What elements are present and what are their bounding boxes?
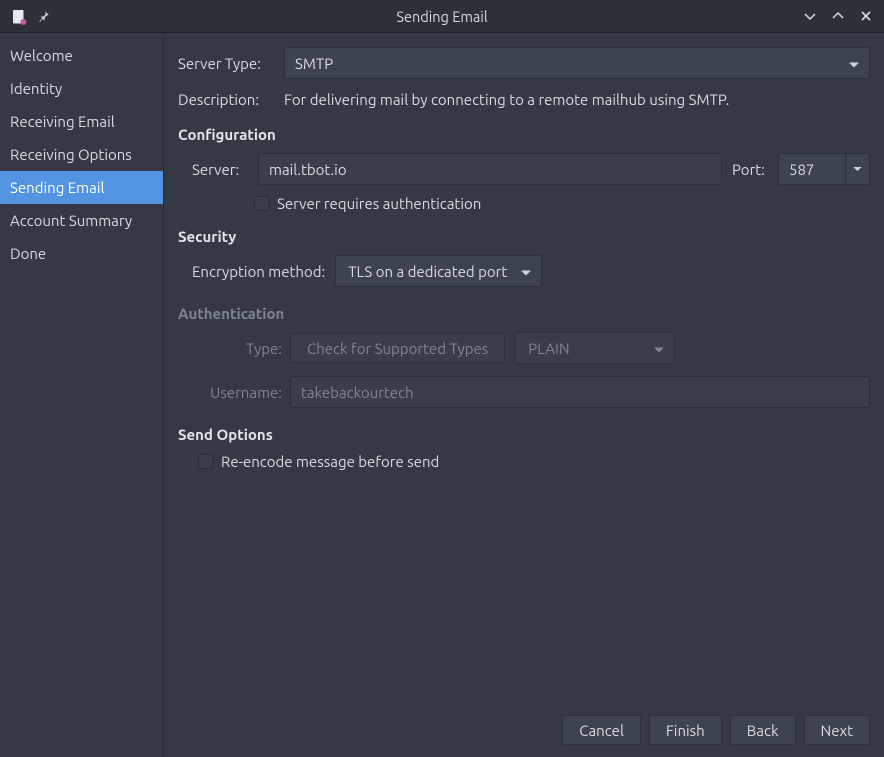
port-label: Port: [732,161,768,178]
app-icon [10,7,28,25]
chevron-down-icon [849,55,859,72]
reencode-label: Re-encode message before send [221,453,439,470]
checkbox-box [254,196,269,211]
sidebar-item-sending-email[interactable]: Sending Email [0,171,163,204]
minimize-icon[interactable] [802,8,818,24]
chevron-down-icon [654,340,664,357]
sidebar-item-account-summary[interactable]: Account Summary [0,204,163,237]
server-input[interactable] [258,153,722,185]
cancel-label: Cancel [579,722,624,739]
description-text: For delivering mail by connecting to a r… [284,91,729,108]
server-type-label: Server Type: [178,55,274,72]
port-stepper[interactable] [778,153,870,185]
finish-label: Finish [666,722,705,739]
auth-type-label: Type: [192,340,282,357]
username-label: Username: [192,384,282,401]
configuration-heading: Configuration [178,126,870,143]
finish-button[interactable]: Finish [649,715,722,745]
titlebar[interactable]: Sending Email [0,0,884,33]
sidebar-item-label: Receiving Options [10,146,132,163]
sidebar-item-receiving-email[interactable]: Receiving Email [0,105,163,138]
authentication-heading: Authentication [178,305,870,322]
port-dropdown-button[interactable] [846,153,870,185]
check-supported-types-label: Check for Supported Types [307,340,488,357]
sidebar-item-receiving-options[interactable]: Receiving Options [0,138,163,171]
cancel-button[interactable]: Cancel [562,715,641,745]
requires-auth-checkbox[interactable]: Server requires authentication [254,195,870,212]
checkbox-box [198,454,213,469]
server-type-select[interactable]: SMTP [284,47,870,79]
close-icon[interactable] [858,8,874,24]
check-supported-types-button: Check for Supported Types [290,333,505,363]
requires-auth-label: Server requires authentication [277,195,481,212]
sidebar-item-label: Identity [10,80,62,97]
sidebar-item-identity[interactable]: Identity [0,72,163,105]
next-button[interactable]: Next [804,715,870,745]
encryption-select[interactable]: TLS on a dedicated port [335,255,542,287]
server-type-value: SMTP [295,55,333,72]
sidebar-item-label: Account Summary [10,212,132,229]
chevron-down-icon [521,263,531,280]
sidebar-item-welcome[interactable]: Welcome [0,39,163,72]
port-input[interactable] [778,153,846,185]
maximize-icon[interactable] [830,8,846,24]
sidebar-item-label: Done [10,245,46,262]
reencode-checkbox[interactable]: Re-encode message before send [198,453,870,470]
encryption-value: TLS on a dedicated port [348,263,507,280]
back-label: Back [747,722,779,739]
send-options-heading: Send Options [178,426,870,443]
sidebar-item-done[interactable]: Done [0,237,163,270]
next-label: Next [821,722,853,739]
sidebar-item-label: Sending Email [10,179,104,196]
security-heading: Security [178,228,870,245]
auth-type-value: PLAIN [528,340,569,357]
server-label: Server: [192,161,248,178]
username-input [290,376,870,408]
back-button[interactable]: Back [730,715,796,745]
pin-icon[interactable] [36,8,52,24]
wizard-footer: Cancel Finish Back Next [178,705,870,745]
main-content: Server Type: SMTP Description: For deliv… [164,33,884,757]
sidebar-item-label: Welcome [10,47,73,64]
window-title: Sending Email [396,8,487,25]
auth-type-select: PLAIN [515,332,675,364]
description-label: Description: [178,91,274,108]
sidebar: Welcome Identity Receiving Email Receivi… [0,33,164,757]
sidebar-item-label: Receiving Email [10,113,115,130]
encryption-label: Encryption method: [192,263,325,280]
